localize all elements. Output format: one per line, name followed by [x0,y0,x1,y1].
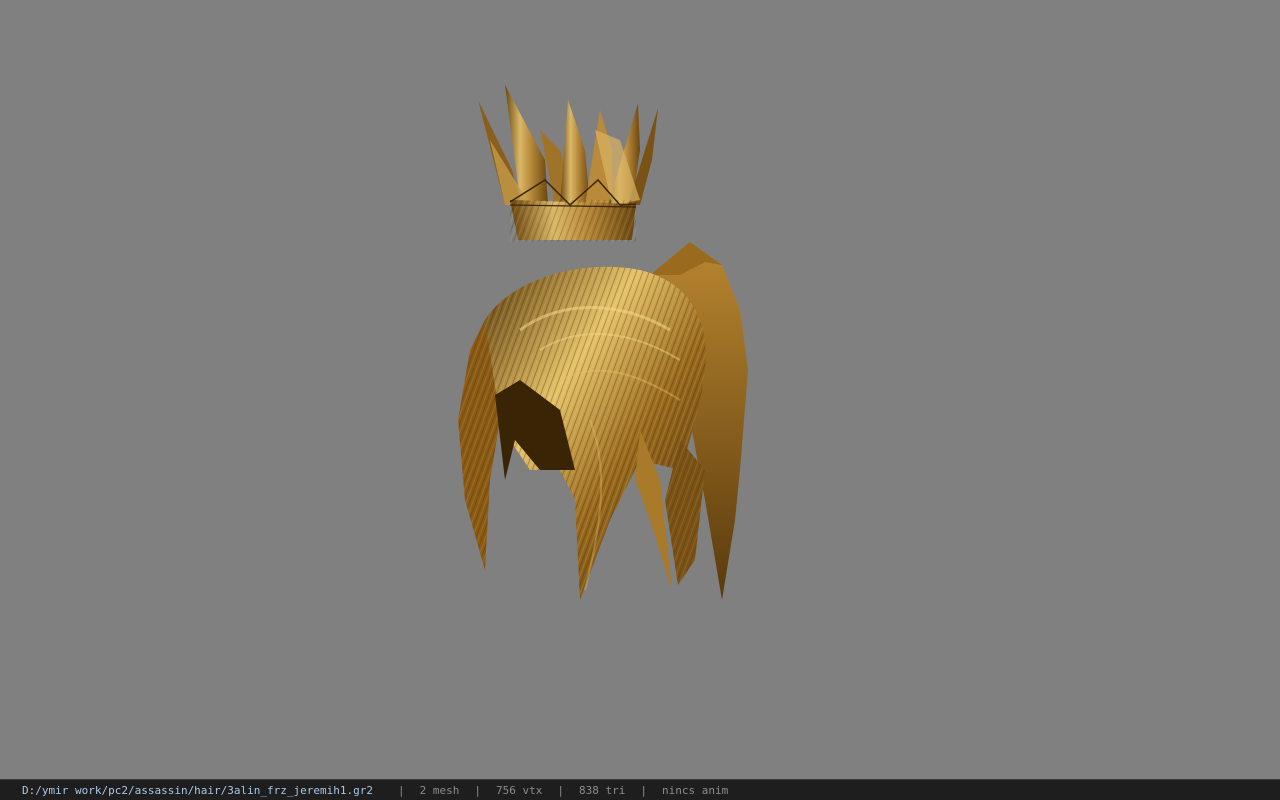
status-bar: D:/ymir work/pc2/assassin/hair/3alin_frz… [0,779,1280,800]
hair-model-render [458,85,748,600]
crown-mesh [478,85,658,242]
status-separator: | [557,783,564,797]
vertex-count-label: 756 vtx [496,783,543,797]
mesh-count-label: 2 mesh [419,783,460,797]
file-path-label: D:/ymir work/pc2/assassin/hair/3alin_frz… [22,783,373,797]
3d-viewport[interactable] [0,0,1280,779]
triangle-count-label: 838 tri [578,783,626,797]
status-separator: | [398,783,405,797]
status-separator: | [640,783,647,797]
status-separator: | [474,783,481,797]
hair-mesh [458,242,748,600]
animation-status-label: nincs anim [661,783,729,797]
